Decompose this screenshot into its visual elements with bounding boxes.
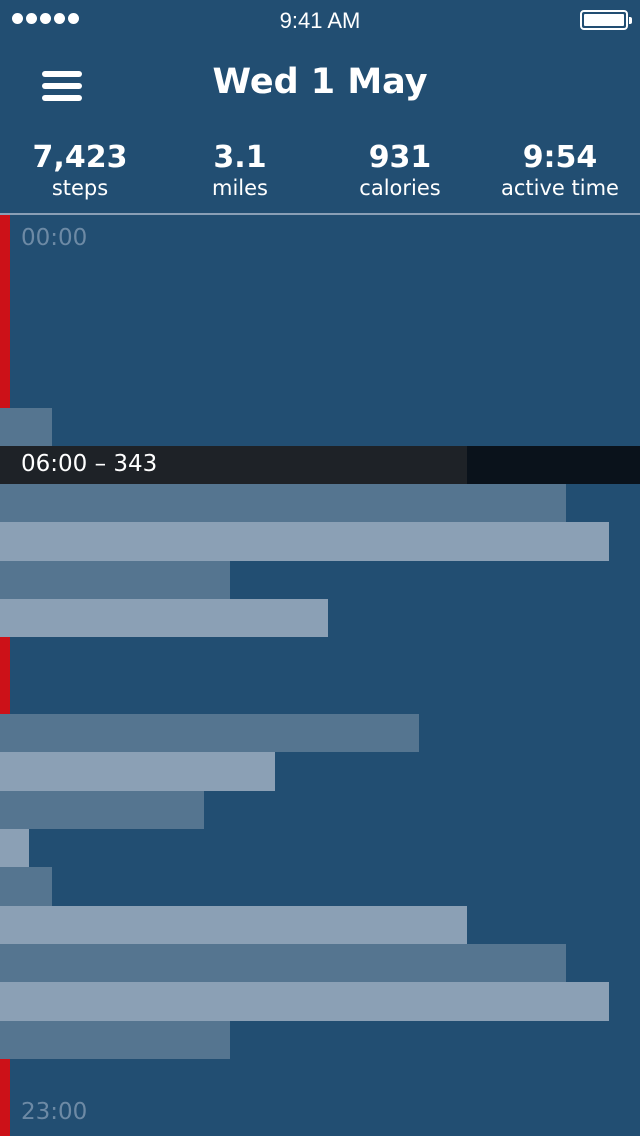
selected-hour-label: 06:00 – 343	[21, 451, 158, 477]
timeline-end-label: 23:00	[21, 1099, 88, 1125]
stat-value: 3.1	[213, 140, 267, 175]
stat-value: 9:54	[522, 140, 598, 175]
stat-label: active time	[501, 176, 619, 200]
stat-label: calories	[359, 176, 441, 200]
stat-miles[interactable]: 3.1 miles	[160, 140, 320, 212]
activity-bar[interactable]	[0, 982, 609, 1021]
activity-bar[interactable]	[0, 714, 419, 752]
activity-bar[interactable]	[0, 791, 204, 829]
activity-bar[interactable]	[0, 944, 566, 982]
activity-bar[interactable]	[0, 599, 328, 637]
stat-value: 931	[368, 140, 432, 175]
stat-active-time[interactable]: 9:54 active time	[480, 140, 640, 212]
activity-timeline[interactable]: 00:00 06:00 – 343 23:00	[0, 215, 640, 1136]
stat-label: miles	[212, 176, 268, 200]
activity-bar[interactable]	[0, 484, 566, 522]
activity-bar[interactable]	[0, 906, 467, 944]
stats-summary: 7,423 steps 3.1 miles 931 calories 9:54 …	[0, 140, 640, 212]
inactive-marker	[0, 637, 10, 714]
activity-bar[interactable]	[0, 561, 230, 599]
battery-icon	[580, 10, 632, 30]
timeline-start-label: 00:00	[21, 225, 88, 251]
activity-bar[interactable]	[0, 522, 609, 561]
activity-bar[interactable]	[0, 752, 275, 791]
activity-bar[interactable]	[0, 1021, 230, 1059]
status-time: 9:41 AM	[279, 8, 361, 33]
page-title: Wed 1 May	[212, 62, 428, 102]
stat-steps[interactable]: 7,423 steps	[0, 140, 160, 212]
activity-bar[interactable]	[0, 867, 52, 906]
inactive-marker	[0, 1059, 10, 1136]
stat-calories[interactable]: 931 calories	[320, 140, 480, 212]
stat-value: 7,423	[32, 140, 128, 175]
status-bar: 9:41 AM	[0, 0, 640, 40]
selected-hour-row[interactable]: 06:00 – 343	[0, 446, 640, 484]
stat-label: steps	[51, 176, 109, 200]
activity-bar[interactable]	[0, 408, 52, 446]
inactive-marker	[0, 215, 10, 408]
activity-bar[interactable]	[0, 829, 29, 867]
